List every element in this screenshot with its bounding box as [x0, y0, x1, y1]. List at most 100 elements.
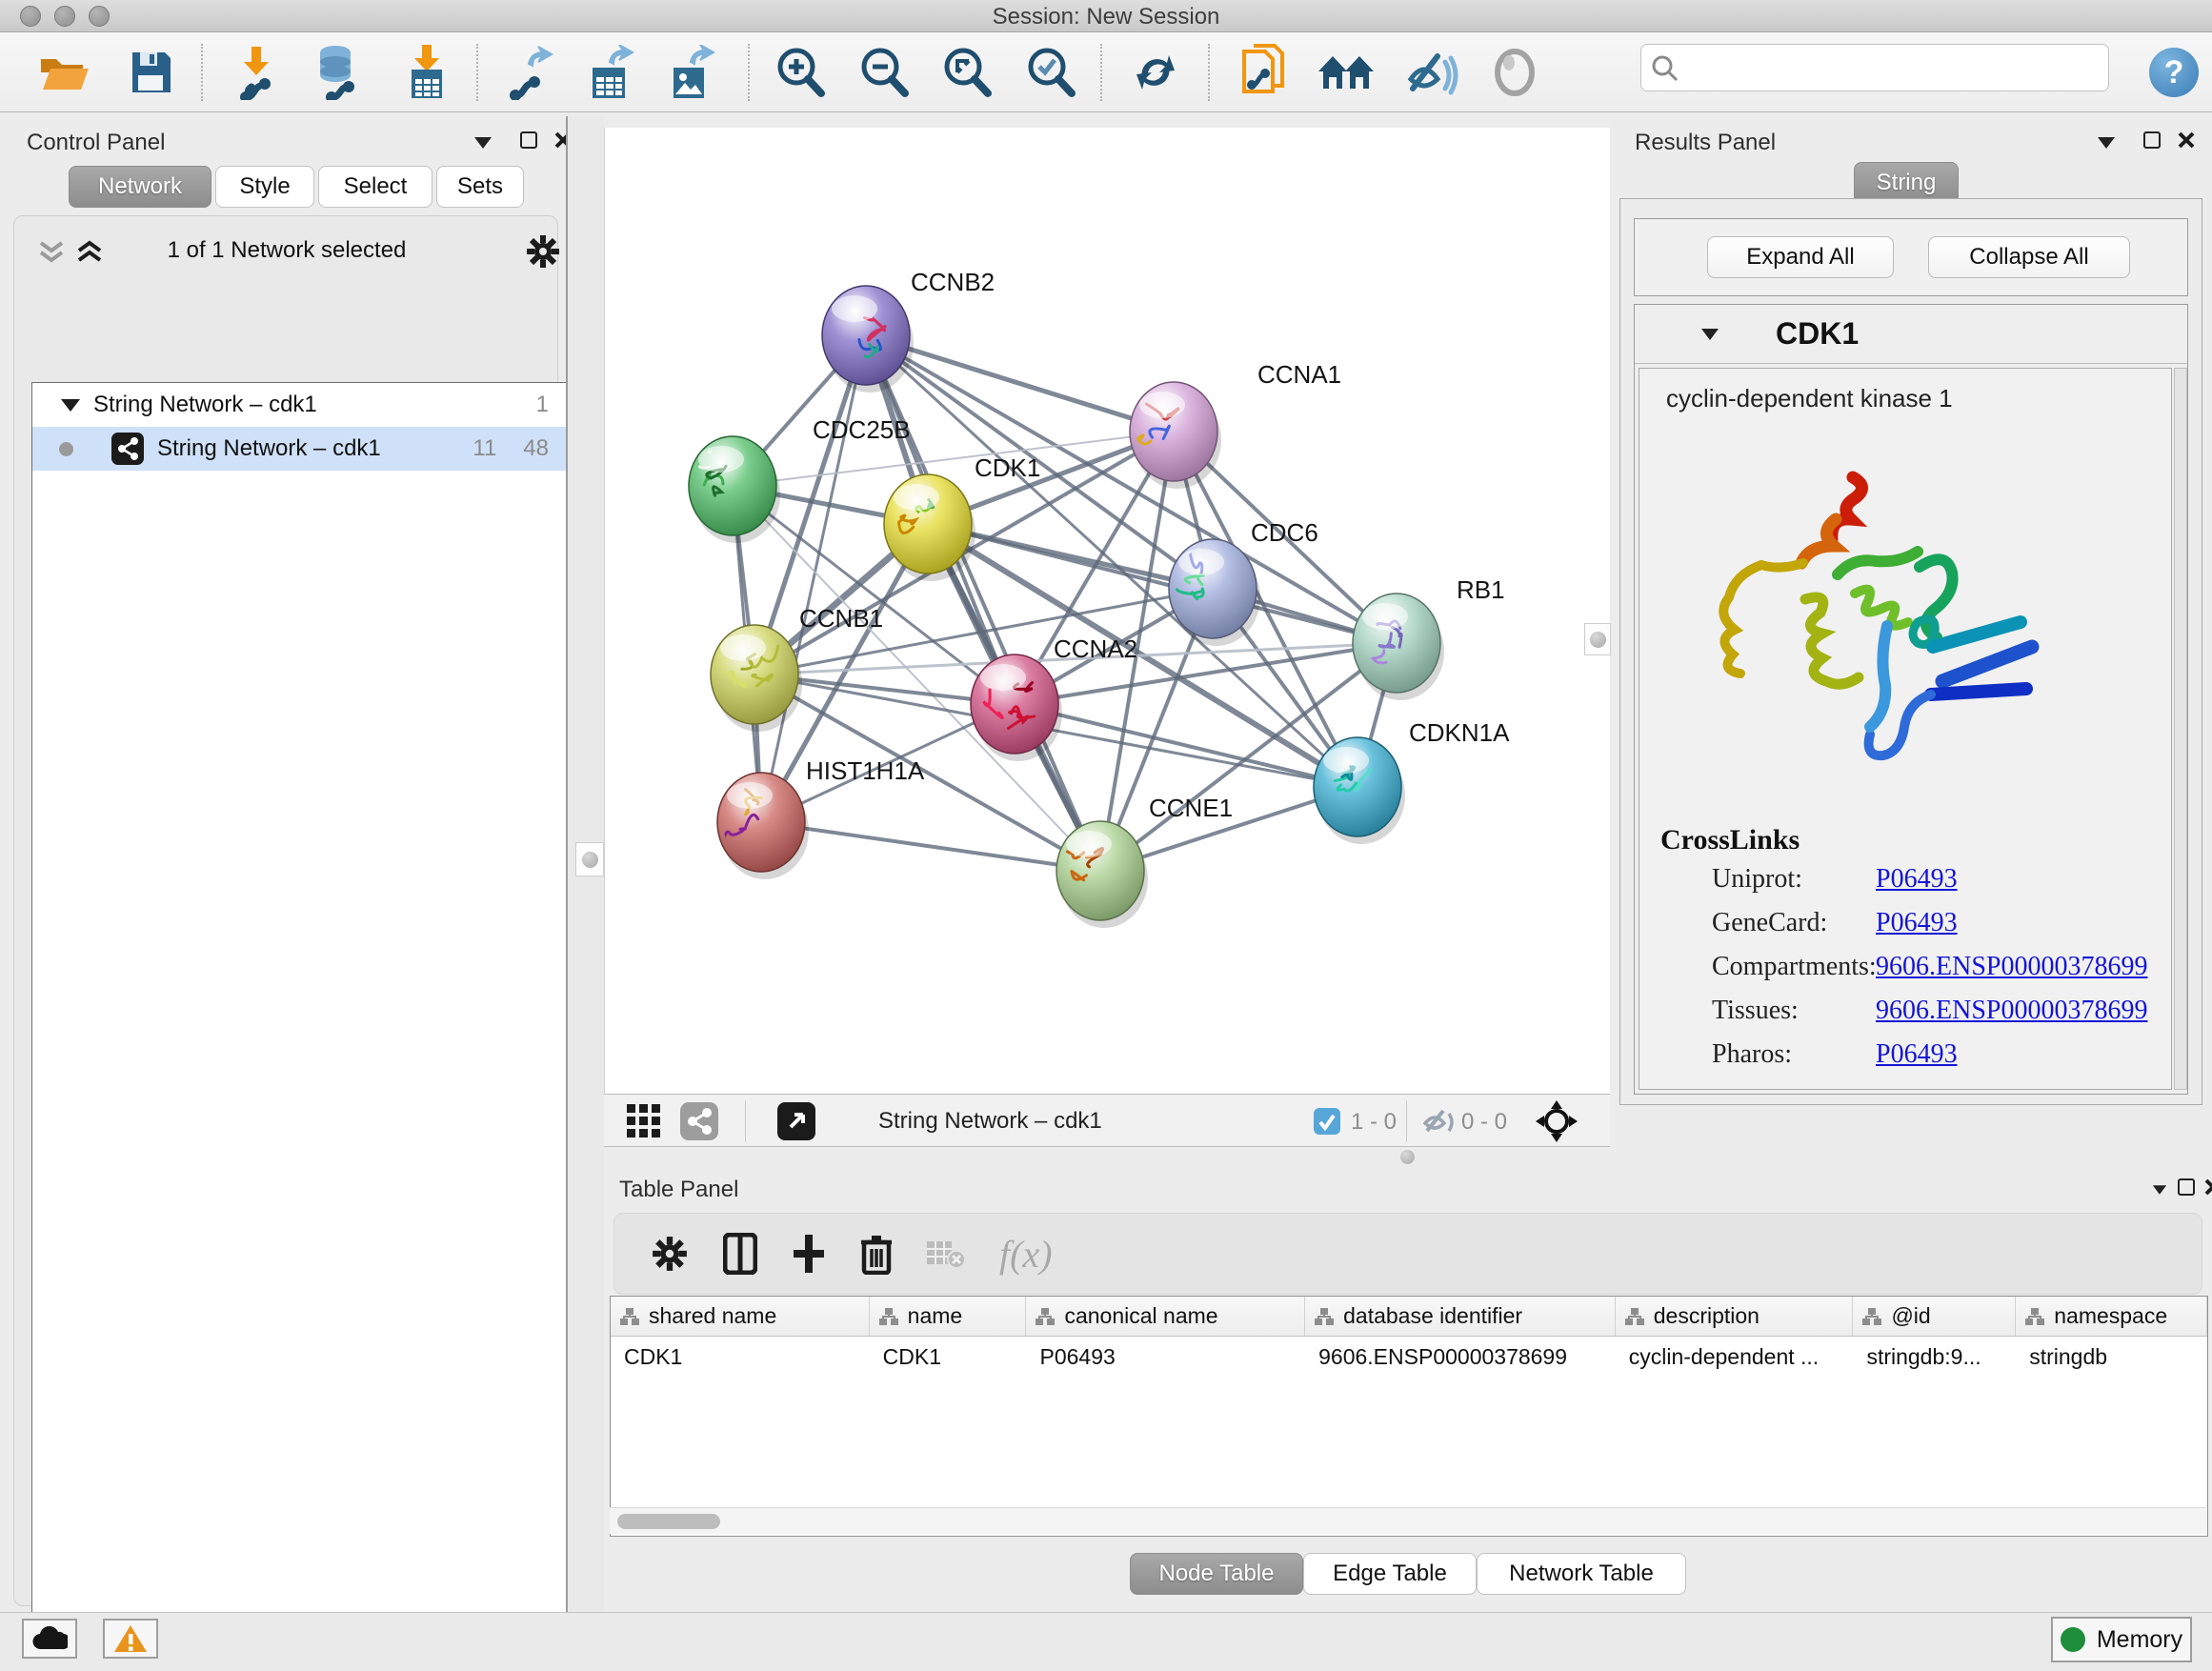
tab-network-table[interactable]: Network Table: [1477, 1553, 1686, 1595]
fit-content-crosshair-icon[interactable]: [1536, 1100, 1578, 1142]
table-cell[interactable]: CDK1: [611, 1337, 870, 1377]
search-input[interactable]: [1685, 49, 2095, 87]
table-horizontal-scrollbar[interactable]: [610, 1507, 2206, 1534]
crosslink-link[interactable]: P06493: [1876, 864, 1958, 895]
function-builder-icon[interactable]: f(x): [999, 1232, 1053, 1277]
results-panel-close-icon[interactable]: [2178, 131, 2195, 149]
network-options-gear-icon[interactable]: [525, 233, 561, 270]
import-network-file-icon[interactable]: [225, 42, 286, 103]
hide-glasses-icon[interactable]: [1400, 42, 1461, 103]
table-panel-menu-icon[interactable]: [2153, 1185, 2166, 1195]
network-node-CCNA2[interactable]: [971, 654, 1062, 761]
memory-button[interactable]: Memory: [2051, 1617, 2192, 1662]
column-header-description[interactable]: description: [1616, 1297, 1854, 1336]
import-network-database-icon[interactable]: [308, 42, 369, 103]
column-header-namespace[interactable]: namespace: [2016, 1297, 2207, 1336]
column-header-canonical-name[interactable]: canonical name: [1026, 1297, 1305, 1336]
delete-column-icon[interactable]: [860, 1233, 893, 1275]
warning-status-button[interactable]: [103, 1619, 158, 1659]
tree-expander-icon[interactable]: [61, 399, 80, 412]
table-row[interactable]: CDK1CDK1P064939606.ENSP00000378699cyclin…: [611, 1337, 2207, 1377]
zoom-out-icon[interactable]: [854, 42, 915, 103]
tab-node-table[interactable]: Node Table: [1130, 1553, 1303, 1595]
tab-sets[interactable]: Sets: [436, 166, 524, 208]
table-cell[interactable]: P06493: [1026, 1337, 1305, 1377]
crosslink-link[interactable]: 9606.ENSP00000378699: [1876, 996, 2147, 1026]
show-eye-icon[interactable]: [1484, 42, 1545, 103]
help-icon[interactable]: ?: [2149, 48, 2199, 97]
table-cell[interactable]: 9606.ENSP00000378699: [1305, 1337, 1616, 1377]
edge-CDK1-RB1[interactable]: [928, 524, 1397, 643]
refresh-icon[interactable]: [1125, 42, 1186, 103]
expand-all-button[interactable]: Expand All: [1707, 236, 1894, 278]
export-table-icon[interactable]: [579, 42, 640, 103]
crosslink-link[interactable]: 9606.ENSP00000378699: [1876, 952, 2147, 982]
crosslink-link[interactable]: P06493: [1876, 1039, 1958, 1070]
splitter-handle[interactable]: [575, 842, 604, 876]
edge-CCNB2-HIST1H1A[interactable]: [761, 335, 866, 822]
network-node-CDKN1A[interactable]: [1314, 737, 1405, 844]
birdseye-grid-icon[interactable]: [627, 1104, 661, 1138]
cloud-status-button[interactable]: [22, 1619, 77, 1659]
tab-select[interactable]: Select: [318, 166, 432, 208]
tab-network[interactable]: Network: [69, 166, 211, 208]
splitter-handle[interactable]: [1400, 1150, 1415, 1164]
show-columns-icon[interactable]: [723, 1233, 757, 1275]
open-in-window-icon[interactable]: [777, 1102, 815, 1140]
network-node-CDC25B[interactable]: [689, 436, 780, 543]
table-cell[interactable]: CDK1: [870, 1337, 1027, 1377]
zoom-fit-icon[interactable]: [936, 42, 997, 103]
add-column-icon[interactable]: [792, 1233, 826, 1275]
open-session-icon[interactable]: [34, 42, 95, 103]
save-session-icon[interactable]: [120, 42, 181, 103]
left-panel-splitter[interactable]: [566, 116, 604, 1612]
export-image-icon[interactable]: [660, 42, 721, 103]
column-header-name[interactable]: name: [870, 1297, 1027, 1336]
column-header-@id[interactable]: @id: [1853, 1297, 2016, 1336]
right-splitter-handle[interactable]: [1584, 623, 1611, 655]
node-label-HIST1H1A: HIST1H1A: [806, 756, 925, 785]
table-panel-float-icon[interactable]: [2178, 1178, 2195, 1196]
zoom-selected-icon[interactable]: [1020, 42, 1081, 103]
tab-style[interactable]: Style: [215, 166, 314, 208]
import-table-icon[interactable]: [396, 42, 457, 103]
node-label-CDC25B: CDC25B: [813, 415, 911, 444]
collapse-gene-icon[interactable]: [1701, 329, 1719, 340]
results-panel-float-icon[interactable]: [2143, 131, 2161, 149]
column-header-database-identifier[interactable]: database identifier: [1305, 1297, 1616, 1336]
gene-card-header[interactable]: CDK1: [1635, 305, 2187, 364]
network-node-CCNA1[interactable]: [1130, 382, 1221, 489]
delete-table-icon[interactable]: [925, 1238, 967, 1270]
control-panel-menu-icon[interactable]: [474, 137, 492, 149]
string-document-icon[interactable]: [1235, 42, 1296, 103]
string-view-icon[interactable]: [680, 1102, 718, 1140]
edge-HIST1H1A-CCNE1[interactable]: [761, 822, 1100, 871]
string-home-icon[interactable]: [1316, 42, 1377, 103]
results-panel-menu-icon[interactable]: [2098, 137, 2115, 149]
table-cell[interactable]: cyclin-dependent ...: [1616, 1337, 1854, 1377]
network-row[interactable]: String Network – cdk1 11 48: [32, 427, 566, 471]
collapse-all-button[interactable]: Collapse All: [1928, 236, 2130, 278]
table-cell[interactable]: stringdb:9...: [1853, 1337, 2016, 1377]
selected-checkbox-icon[interactable]: [1314, 1108, 1340, 1135]
network-canvas[interactable]: CCNB2CCNA1CDC25BCDK1CDC6RB1CCNB1CCNA2CDK…: [604, 128, 1610, 1094]
network-collection-row[interactable]: String Network – cdk1 1: [32, 383, 566, 427]
network-node-CDK1[interactable]: [884, 474, 975, 581]
network-node-HIST1H1A[interactable]: [717, 773, 809, 879]
scrollbar-thumb[interactable]: [617, 1514, 720, 1529]
control-panel-float-icon[interactable]: [520, 131, 537, 149]
results-scrollbar[interactable]: [2174, 368, 2187, 1090]
network-node-RB1[interactable]: [1353, 594, 1444, 700]
table-cell[interactable]: stringdb: [2016, 1337, 2207, 1377]
horizontal-splitter[interactable]: [604, 1148, 1610, 1167]
zoom-in-icon[interactable]: [770, 42, 831, 103]
crosslink-link[interactable]: P06493: [1876, 908, 1958, 938]
column-header-shared-name[interactable]: shared name: [611, 1297, 870, 1336]
network-node-CCNB2[interactable]: [822, 286, 914, 393]
tab-edge-table[interactable]: Edge Table: [1303, 1553, 1477, 1595]
table-panel-close-icon[interactable]: [2204, 1178, 2212, 1196]
export-network-icon[interactable]: [498, 42, 559, 103]
table-settings-gear-icon[interactable]: [651, 1235, 689, 1273]
network-node-CCNE1[interactable]: [1056, 821, 1148, 928]
network-current-dot-icon: [59, 442, 73, 456]
